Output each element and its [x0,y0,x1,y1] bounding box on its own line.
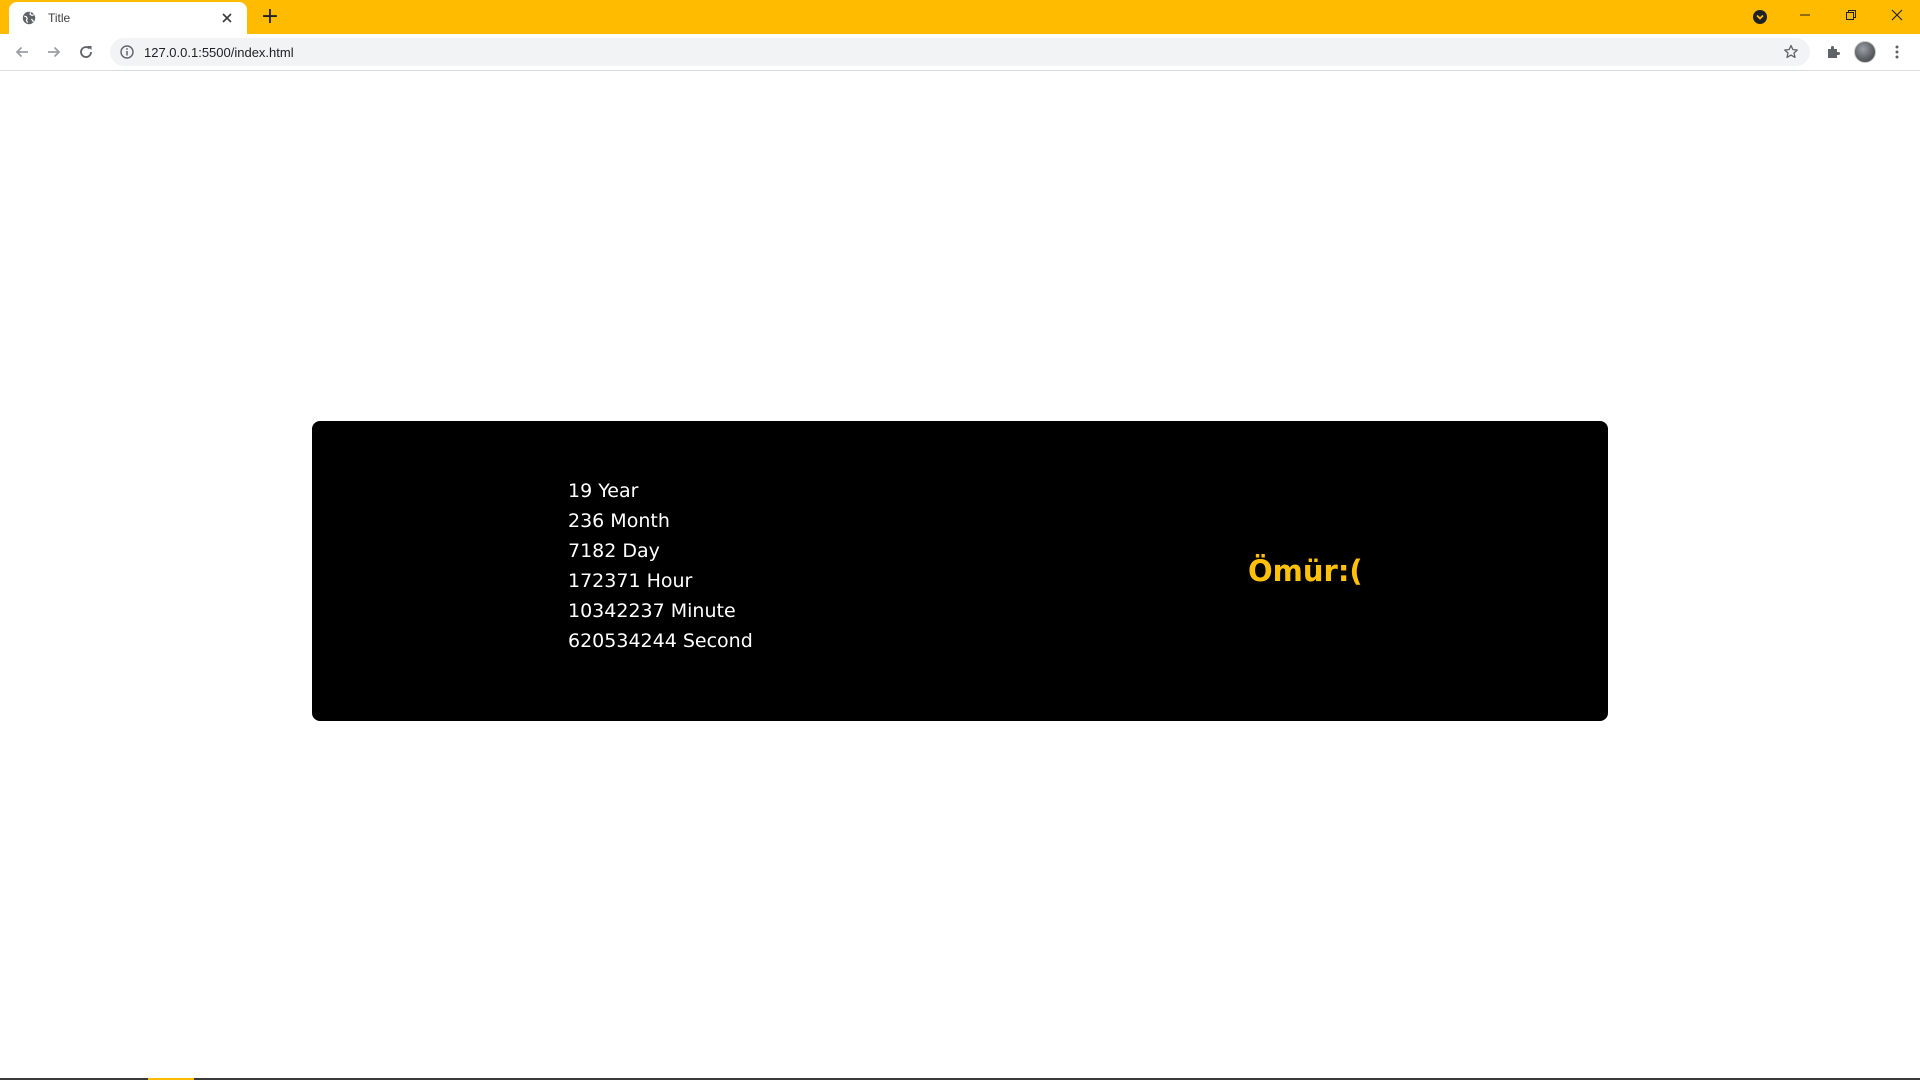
puzzle-icon [1828,46,1840,58]
restore-button[interactable] [1828,0,1874,30]
arrow-left-icon [15,46,28,58]
menu-button[interactable] [1884,39,1910,65]
reload-icon [80,46,92,58]
tab-strip: Title + [0,0,1920,34]
stat-days: 7182 Day [568,540,660,562]
bookmark-star-icon[interactable] [1782,43,1800,61]
browser-toolbar: 127.0.0.1:5500/index.html [0,34,1920,71]
stat-hours: 172371 Hour [568,570,693,592]
url-text: 127.0.0.1:5500/index.html [144,44,294,60]
restore-icon [1846,10,1856,20]
info-icon[interactable] [118,43,136,61]
window-controls [1782,0,1920,30]
arrow-right-icon [48,46,61,58]
forward-button[interactable] [40,38,68,66]
tab-search-button[interactable] [1749,6,1771,28]
close-tab-icon[interactable] [217,8,237,28]
lifetime-stats: 19 Year 236 Month 7182 Day 172371 Hour 1… [568,476,753,656]
page-viewport: 19 Year 236 Month 7182 Day 172371 Hour 1… [0,71,1920,1078]
profile-button[interactable] [1852,39,1878,65]
new-tab-button[interactable]: + [258,5,282,29]
minimize-button[interactable] [1782,0,1828,30]
browser-window: Title + 127.0.0.1:5500/index.html 19 Yea… [0,0,1920,1080]
close-icon [1891,9,1903,21]
page-title: Ömür:( [1248,554,1363,588]
lifetime-card: 19 Year 236 Month 7182 Day 172371 Hour 1… [312,421,1608,721]
close-window-button[interactable] [1874,0,1920,30]
tab-title: Title [48,11,71,25]
stat-months: 236 Month [568,510,670,532]
avatar [1854,41,1876,63]
chevron-down-circle-icon [1753,10,1767,24]
plus-icon: + [260,4,280,29]
address-bar[interactable]: 127.0.0.1:5500/index.html [110,38,1810,66]
more-vertical-icon [1895,45,1899,59]
stat-minutes: 10342237 Minute [568,600,736,622]
stat-years: 19 Year [568,480,639,502]
extensions-button[interactable] [1820,39,1846,65]
stat-seconds: 620534244 Second [568,630,753,652]
tab-active[interactable]: Title [9,2,247,34]
back-button[interactable] [8,38,36,66]
reload-button[interactable] [72,38,100,66]
globe-icon [21,10,37,26]
minimize-icon [1800,14,1810,16]
